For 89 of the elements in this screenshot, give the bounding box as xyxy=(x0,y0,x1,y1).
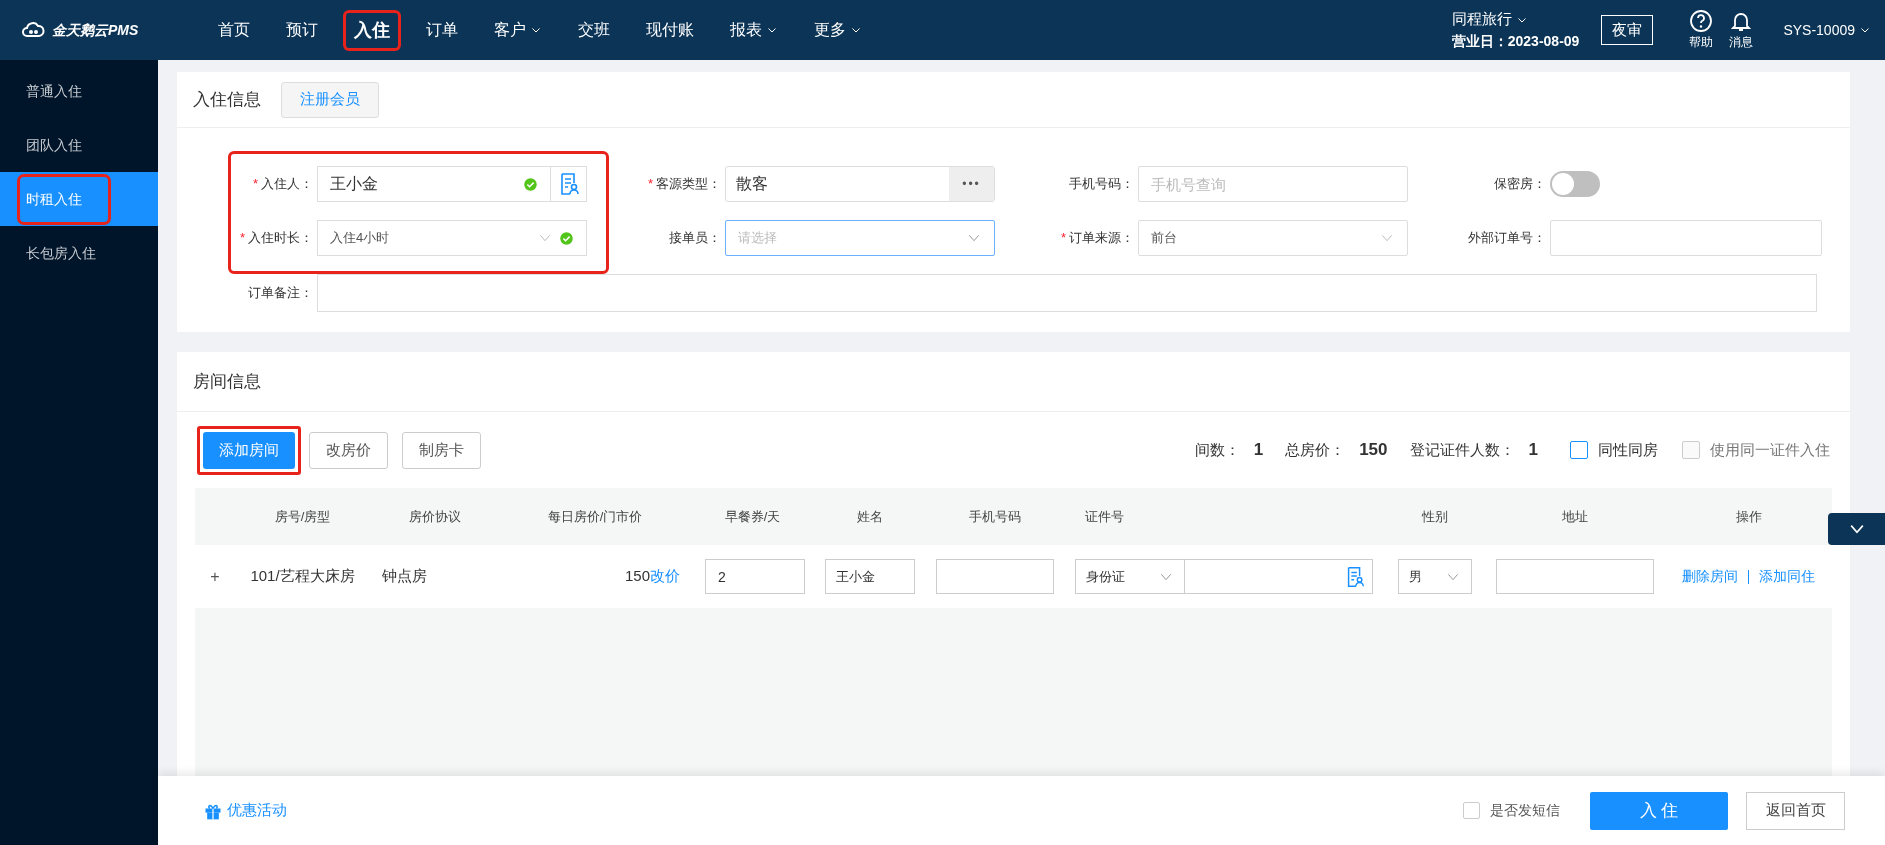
table-cell-text: 钟点房 xyxy=(381,566,428,587)
column-header: 房号/房型 xyxy=(273,507,332,526)
logo-text: 金天鹅云PMS xyxy=(52,20,139,40)
field-value: 前台 xyxy=(1151,229,1178,248)
table-cell-text: 150 xyxy=(624,566,650,587)
id-type-select[interactable]: 身份证 xyxy=(1075,559,1185,594)
section-title: 房间信息 xyxy=(193,370,261,393)
nav-tab[interactable]: 更多 xyxy=(806,14,870,46)
collapse-tab[interactable] xyxy=(1828,513,1885,545)
required-mark: * xyxy=(647,175,653,194)
field-value: 男 xyxy=(1409,567,1423,586)
gender-select[interactable]: 男 xyxy=(1398,559,1472,594)
checkbox[interactable] xyxy=(1463,802,1480,819)
duration-select[interactable]: 入住4小时 xyxy=(317,220,587,256)
valid-check-icon xyxy=(559,230,574,246)
night-audit-button[interactable]: 夜审 xyxy=(1601,14,1654,46)
summary-value: 150 xyxy=(1359,439,1388,462)
phone-input[interactable] xyxy=(936,559,1054,594)
hotel-selector[interactable]: 同程旅行 xyxy=(1451,8,1528,31)
column-header: 每日房价/门市价 xyxy=(546,507,644,526)
home-button[interactable]: 返回首页 xyxy=(1746,791,1845,830)
address-input[interactable] xyxy=(1496,559,1654,594)
nav-tab[interactable]: 报表 xyxy=(722,14,786,46)
field-label: 外部订单号： xyxy=(1468,229,1546,248)
expand-toggle[interactable]: + xyxy=(210,564,220,589)
source-type-field[interactable]: 散客 ••• xyxy=(725,166,995,202)
field-label: 订单来源： xyxy=(1069,229,1134,248)
external-order-field[interactable] xyxy=(1550,220,1822,256)
column-header: 房价协议 xyxy=(408,507,462,526)
summary-label: 间数： xyxy=(1194,439,1240,460)
more-button[interactable]: ••• xyxy=(949,167,994,201)
nav-tab[interactable]: 订单 xyxy=(418,14,466,46)
user-menu[interactable]: SYS-10009 xyxy=(1783,19,1871,41)
toggle-switch[interactable] xyxy=(1550,171,1600,197)
column-header: 证件号 xyxy=(1084,507,1125,526)
field-label: 客源类型： xyxy=(656,175,721,194)
toolbar-button[interactable]: 制房卡 xyxy=(402,431,481,469)
summary-value: 1 xyxy=(1253,439,1264,462)
sms-option[interactable]: 是否发短信 xyxy=(1463,800,1560,821)
summary-value: 1 xyxy=(1528,439,1538,462)
nav-tab[interactable]: 预订 xyxy=(278,14,326,46)
checkbox-option: 使用同一证件入住 xyxy=(1682,438,1830,462)
placeholder: 请选择 xyxy=(738,229,778,248)
column-header: 手机号码 xyxy=(968,507,1022,526)
checkbox-option[interactable]: 同性同房 xyxy=(1570,438,1658,462)
required-mark: * xyxy=(1060,229,1066,248)
field-value: 散客 xyxy=(735,174,769,194)
phone-search-field[interactable]: 手机号查询 xyxy=(1138,166,1408,202)
column-header: 姓名 xyxy=(856,507,884,526)
messages-button[interactable]: 消息 xyxy=(1729,9,1754,51)
field-value: 入住4小时 xyxy=(330,229,391,248)
column-header: 早餐券/天 xyxy=(723,507,782,526)
required-mark: * xyxy=(252,175,258,194)
nav-tab[interactable]: 现付账 xyxy=(638,14,702,46)
section-title: 入住信息 xyxy=(193,88,261,111)
sidebar-item[interactable]: 普通入住 xyxy=(20,68,88,114)
summary-label: 总房价： xyxy=(1285,439,1346,460)
required-mark: * xyxy=(239,229,245,248)
column-header: 地址 xyxy=(1561,507,1589,526)
field-label: 订单备注： xyxy=(248,284,313,303)
breakfast-input[interactable]: 2 xyxy=(705,559,805,594)
help-button[interactable]: 帮助 xyxy=(1689,9,1714,51)
sidebar-item[interactable]: 长包房入住 xyxy=(20,230,102,276)
id-number-field[interactable] xyxy=(1185,559,1373,594)
summary-label: 登记证件人数： xyxy=(1409,439,1515,460)
field-value: 王小金 xyxy=(330,174,379,194)
business-date: 营业日：2023-08-09 xyxy=(1451,31,1580,51)
field-label: 手机号码： xyxy=(1069,175,1134,194)
sidebar-item[interactable]: 团队入住 xyxy=(20,122,88,168)
column-header: 性别 xyxy=(1421,507,1449,526)
order-source-select[interactable]: 前台 xyxy=(1138,220,1408,256)
field-label: 入住时长： xyxy=(248,229,313,248)
guest-name-input[interactable]: 王小金 xyxy=(825,559,915,594)
nav-tab[interactable]: 入住 xyxy=(346,12,398,48)
nav-tab[interactable]: 客户 xyxy=(486,14,550,46)
nav-tab[interactable]: 交班 xyxy=(570,14,618,46)
field-label: 保密房： xyxy=(1494,175,1546,194)
guest-name-field[interactable]: 王小金 xyxy=(317,166,587,202)
field-label: 接单员： xyxy=(669,229,721,248)
table-cell-text: 101/艺程大床房 xyxy=(249,566,356,587)
valid-check-icon xyxy=(523,176,538,192)
help-icon xyxy=(1689,9,1714,33)
column-header: 操作 xyxy=(1734,507,1763,526)
field-value: 身份证 xyxy=(1086,567,1126,586)
field-label: 入住人： xyxy=(261,175,313,194)
toolbar-button[interactable]: 改房价 xyxy=(309,431,388,469)
checkbox[interactable] xyxy=(1570,441,1588,459)
order-remark-field[interactable] xyxy=(317,274,1817,312)
nav-tab[interactable]: 首页 xyxy=(210,14,258,46)
